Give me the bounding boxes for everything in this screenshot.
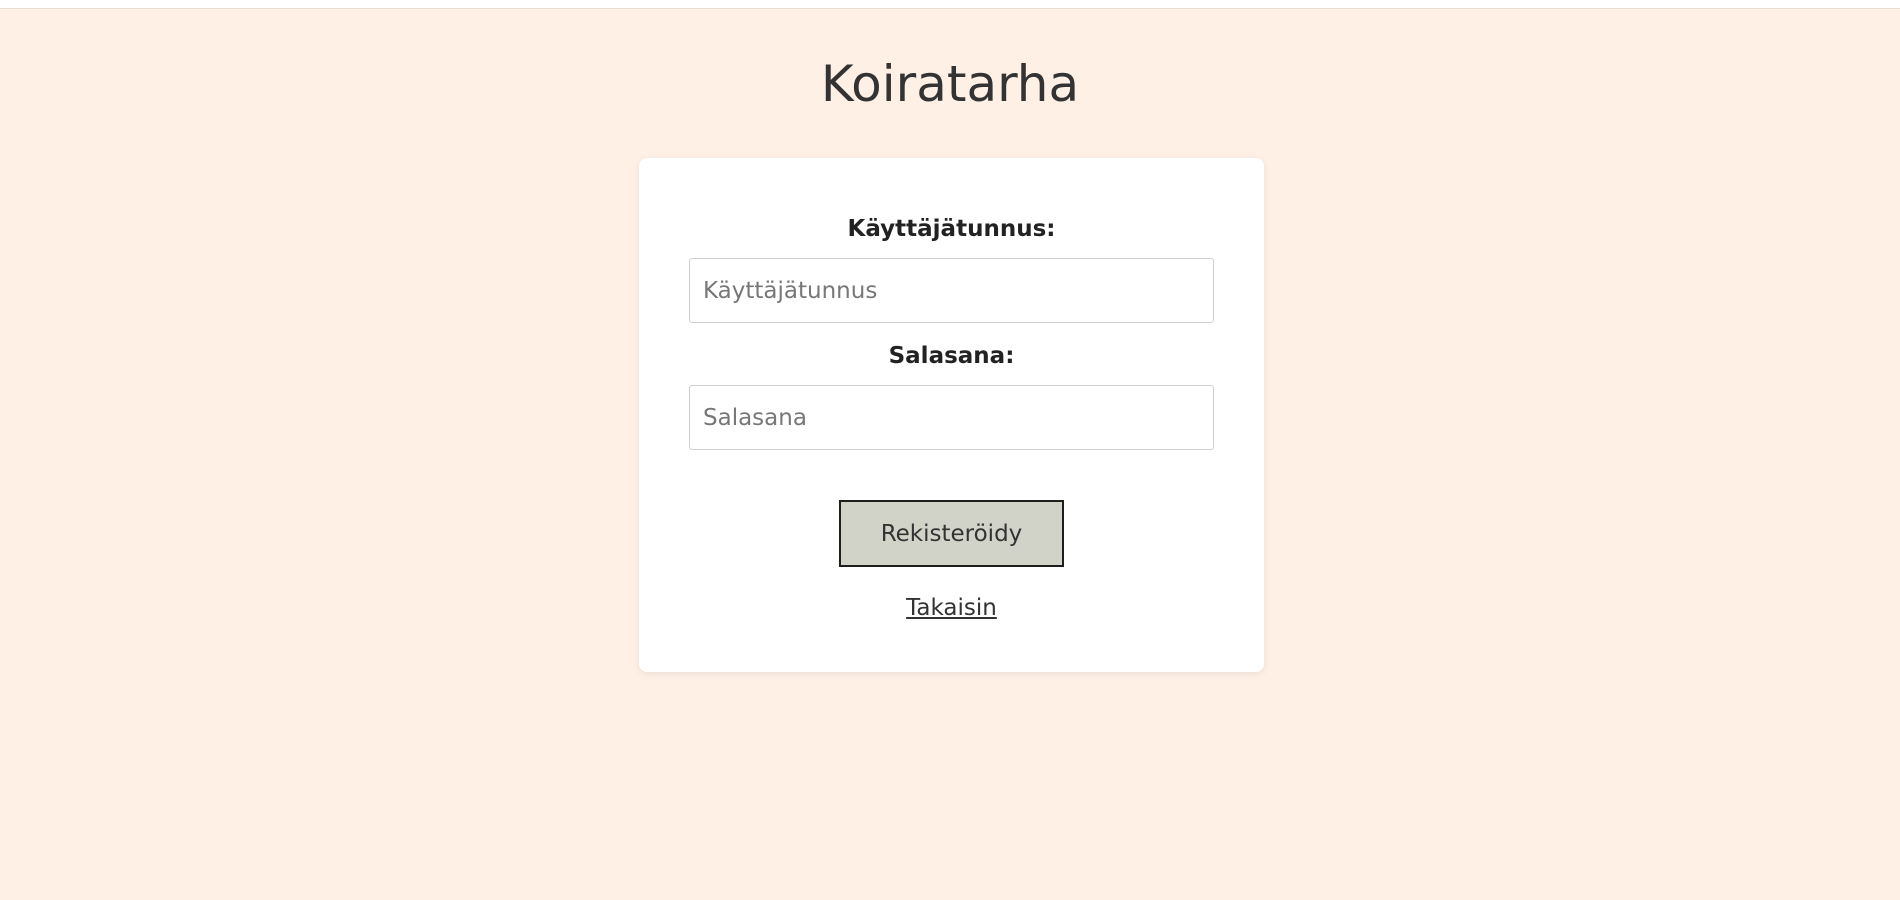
password-label: Salasana: [888, 343, 1015, 369]
back-link[interactable]: Takaisin [906, 595, 997, 621]
username-input[interactable] [689, 258, 1214, 323]
register-button[interactable]: Rekisteröidy [839, 500, 1064, 567]
page-background: Koiratarha Käyttäjätunnus: Salasana: Rek… [0, 8, 1900, 900]
password-input[interactable] [689, 385, 1214, 450]
username-label: Käyttäjätunnus: [847, 216, 1056, 242]
back-link-container: Takaisin [639, 593, 1264, 623]
register-form-card: Käyttäjätunnus: Salasana: Rekisteröidy T… [639, 158, 1264, 672]
page-title: Koiratarha [820, 55, 1080, 113]
